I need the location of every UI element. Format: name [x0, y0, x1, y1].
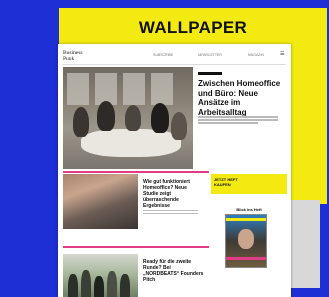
article-image[interactable]	[63, 174, 138, 229]
article-title[interactable]: Wie gut funktioniert Homeoffice? Neue St…	[143, 179, 203, 209]
website-preview[interactable]: Business Punk SUBSCRIBE NEWSLETTER MAGAZ…	[58, 44, 291, 297]
menu-icon[interactable]: ☰	[280, 51, 284, 57]
nav-item-subscribe[interactable]: SUBSCRIBE	[153, 53, 173, 57]
buy-issue-banner[interactable]: JETZT HEFT KAUFEN	[211, 174, 287, 194]
article-teaser-line	[143, 210, 198, 212]
article-image[interactable]	[63, 254, 138, 297]
header-divider	[63, 64, 286, 65]
hero-teaser-line	[198, 122, 258, 124]
hero-kicker	[198, 72, 222, 75]
section-divider	[63, 246, 209, 248]
hero-teaser-line	[198, 116, 278, 118]
article-teaser-line	[143, 213, 198, 215]
hero-image[interactable]	[63, 67, 193, 169]
wallpaper-title: WALLPAPER	[138, 18, 248, 37]
site-logo[interactable]: Business Punk	[63, 50, 87, 62]
magazine-cover-image[interactable]	[225, 214, 267, 268]
issue-preview-label: Blick ins Heft	[236, 207, 262, 212]
nav-item-newsletter[interactable]: NEWSLETTER	[198, 53, 222, 57]
buy-issue-label[interactable]: JETZT HEFT KAUFEN	[214, 177, 254, 187]
section-divider	[63, 171, 209, 173]
article-title[interactable]: Ready für die zweite Runde? Bei „NORDBEA…	[143, 259, 205, 283]
hero-teaser-line	[198, 119, 278, 121]
nav-item-magazin[interactable]: MAGAZIN	[248, 53, 264, 57]
hero-title[interactable]: Zwischen Homeoffice und Büro: Neue Ansät…	[198, 79, 286, 117]
